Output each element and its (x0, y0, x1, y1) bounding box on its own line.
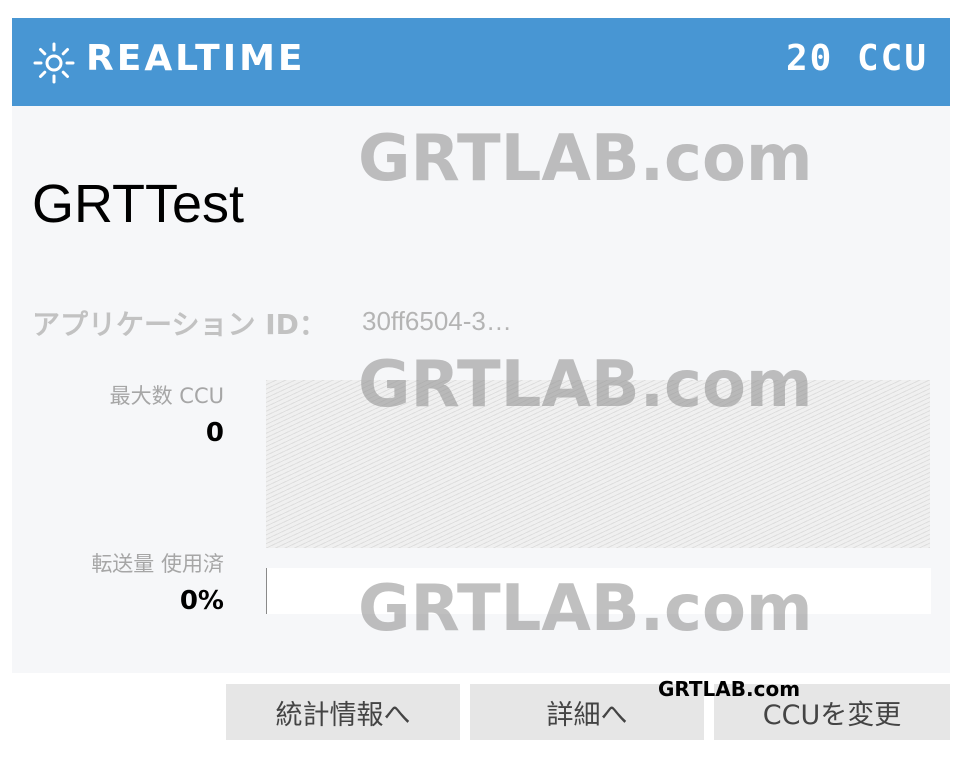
stats-button[interactable]: 統計情報へ (226, 684, 460, 740)
ccu-chart-area (266, 380, 930, 548)
max-ccu-label: 最大数 CCU (109, 384, 224, 408)
card-header: REALTIME 20 CCU (12, 18, 950, 106)
ccu-plan: 20 CCU (785, 38, 928, 79)
sun-icon (33, 42, 75, 84)
app-card: REALTIME 20 CCU GRTTest アプリケーション ID： 30f… (12, 18, 950, 673)
transfer-value: 0% (179, 586, 224, 616)
header-title: REALTIME (86, 38, 306, 79)
app-id-label: アプリケーション ID： (32, 308, 327, 341)
transfer-usage-bar (266, 568, 931, 614)
watermark: GRTLAB.com (658, 677, 801, 701)
app-name[interactable]: GRTTest (32, 173, 244, 235)
transfer-label: 転送量 使用済 (91, 552, 224, 576)
max-ccu-value: 0 (205, 418, 224, 448)
app-id-value[interactable]: 30ff6504-3… (362, 306, 512, 337)
